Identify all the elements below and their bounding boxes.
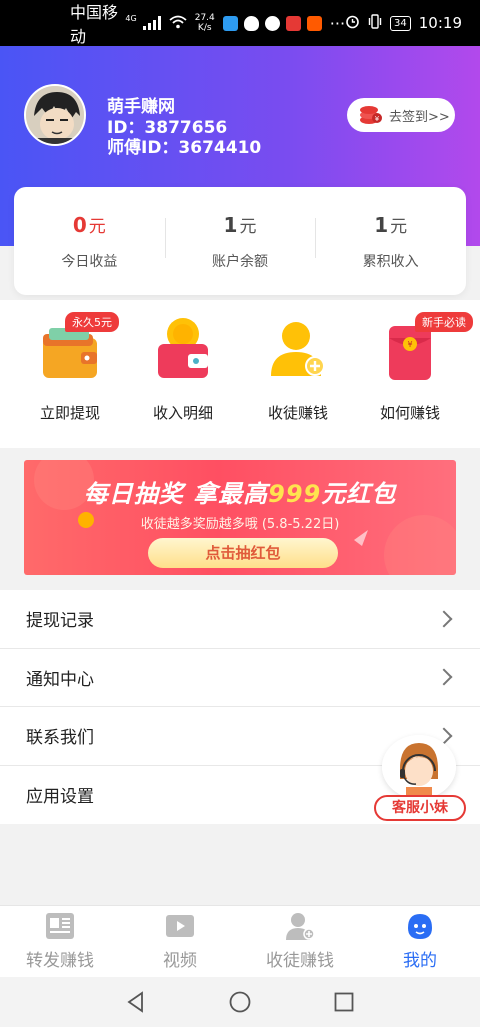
stat-value: 1 (374, 212, 389, 237)
tab-label: 转发赚钱 (26, 951, 94, 971)
coin-wallet-icon (148, 314, 218, 384)
article-icon (45, 912, 75, 940)
network-type: 4G (125, 14, 137, 23)
svg-text:¥: ¥ (375, 115, 380, 123)
tab-label: 收徒赚钱 (266, 951, 334, 971)
back-icon[interactable] (124, 990, 148, 1014)
tab-label: 视频 (163, 951, 197, 971)
stat-label: 累积收入 (362, 253, 419, 270)
home-icon[interactable] (228, 990, 252, 1014)
stat-today-earnings[interactable]: 0元 今日收益 (14, 212, 165, 271)
user-add-icon (285, 912, 315, 940)
customer-service-label: 客服小妹 (374, 795, 466, 821)
bottom-tab-bar: 转发赚钱 视频 收徒赚钱 我的 (0, 905, 480, 977)
status-bar: 中国移动 4G 27.4 K/s ··· 34 10:19 (0, 0, 480, 46)
stat-value: 1 (223, 212, 238, 237)
menu-item-label: 联系我们 (26, 728, 94, 749)
tab-recruit-earn[interactable]: 收徒赚钱 (240, 906, 360, 977)
signal-icon (142, 16, 161, 30)
wechat-icon (264, 15, 280, 31)
recent-apps-icon[interactable] (332, 990, 356, 1014)
menu-item-withdraw-records[interactable]: 提现记录 (0, 590, 480, 649)
lottery-button[interactable]: 点击抽红包 (148, 538, 338, 568)
more-notifications-icon: ··· (329, 13, 346, 33)
stat-unit: 元 (390, 216, 408, 237)
quick-action-label: 收入明细 (152, 404, 213, 422)
vibrate-icon (368, 13, 382, 33)
app-notification-icon (222, 15, 238, 31)
tab-label: 我的 (403, 951, 437, 971)
quick-action-label: 立即提现 (39, 404, 100, 422)
chevron-right-icon (435, 668, 453, 686)
wifi-icon (169, 14, 187, 33)
earnings-summary-card: 0元 今日收益 1元 账户余额 1元 累积收入 (14, 187, 466, 295)
stat-label: 账户余额 (212, 253, 268, 270)
svg-text:¥: ¥ (407, 340, 412, 349)
notification-icons (222, 15, 322, 31)
banner-subtitle: 收徒越多奖励越多哦 (5.8-5.22日) (140, 517, 340, 532)
quick-action-label: 如何赚钱 (379, 404, 440, 422)
quick-action-label: 收徒赚钱 (267, 404, 328, 422)
tag-badge: 永久5元 (65, 312, 119, 332)
mentor-id: 师傅ID：3674410 (107, 138, 262, 158)
stat-total-income[interactable]: 1元 累积收入 (315, 212, 466, 271)
video-icon (165, 912, 195, 940)
quick-actions: 永久5元 立即提现 收入明细 收徒赚钱 ¥ 新手必读 如何赚钱 (0, 300, 480, 448)
qq-icon (243, 15, 259, 31)
network-speed: 27.4 K/s (194, 13, 215, 33)
checkin-label: 去签到>> (389, 109, 450, 125)
clock: 10:19 (418, 14, 462, 32)
tab-forward-earn[interactable]: 转发赚钱 (0, 906, 120, 977)
stat-value: 0 (72, 212, 87, 237)
red-envelope-icon: ¥ 新手必读 (375, 312, 473, 384)
quick-action-income-details[interactable]: 收入明细 (123, 314, 243, 423)
menu-item-label: 应用设置 (26, 787, 94, 808)
coin-stack-icon: ¥ (359, 104, 383, 126)
tab-mine[interactable]: 我的 (360, 906, 480, 977)
checkin-button[interactable]: ¥ 去签到>> (347, 98, 455, 132)
menu-item-notifications[interactable]: 通知中心 (0, 649, 480, 707)
avatar[interactable] (24, 84, 86, 146)
system-nav-bar (0, 977, 480, 1027)
battery-indicator: 34 (390, 15, 411, 31)
menu-item-label: 提现记录 (26, 611, 94, 632)
chevron-right-icon (435, 610, 453, 628)
customer-service-button[interactable]: 客服小妹 (374, 735, 466, 825)
taobao-icon (306, 15, 322, 31)
alarm-icon (345, 14, 360, 33)
carrier-label: 中国移动 (70, 3, 119, 46)
stat-account-balance[interactable]: 1元 账户余额 (164, 212, 316, 271)
wallet-icon: 永久5元 (35, 312, 119, 384)
banner-title: 每日抽奖 拿最高999元红包 (83, 480, 397, 508)
tag-badge: 新手必读 (415, 312, 473, 332)
menu-item-label: 通知中心 (26, 669, 94, 690)
quick-action-withdraw[interactable]: 永久5元 立即提现 (10, 312, 130, 423)
quick-action-recruit[interactable]: 收徒赚钱 (238, 314, 358, 423)
stat-unit: 元 (88, 216, 106, 237)
shop-app-icon (285, 15, 301, 31)
stat-unit: 元 (239, 216, 257, 237)
tab-video[interactable]: 视频 (120, 906, 240, 977)
quick-action-how-to-earn[interactable]: ¥ 新手必读 如何赚钱 (350, 312, 473, 423)
profile-face-icon (405, 912, 435, 940)
stat-label: 今日收益 (61, 253, 118, 270)
lottery-banner[interactable]: 每日抽奖 拿最高999元红包 收徒越多奖励越多哦 (5.8-5.22日) 点击抽… (24, 460, 456, 575)
support-agent-icon (382, 735, 456, 799)
add-user-icon (263, 314, 333, 384)
